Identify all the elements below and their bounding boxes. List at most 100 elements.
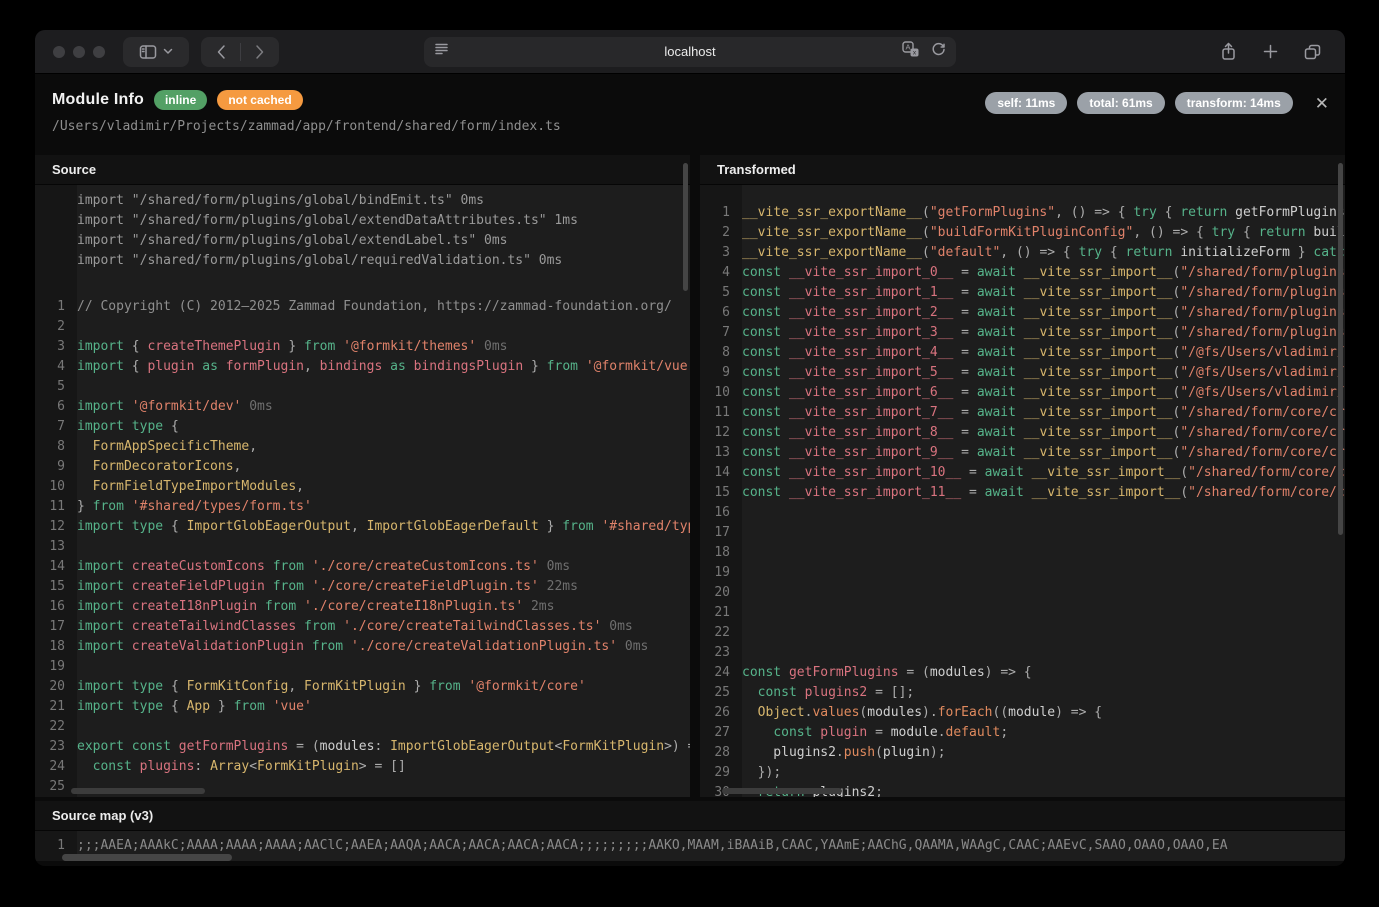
back-button[interactable] <box>216 44 226 60</box>
transform-time-badge: transform: 14ms <box>1175 92 1293 114</box>
url-text: localhost <box>424 44 956 59</box>
code-line: 16import createI18nPlugin from './core/c… <box>35 597 690 617</box>
forward-icon <box>255 44 265 60</box>
code-line: 9 FormDecoratorIcons, <box>35 457 690 477</box>
page-horizontal-scrollbar[interactable] <box>62 854 232 861</box>
code-line: 10 FormFieldTypeImportModules, <box>35 477 690 497</box>
code-line: 19 <box>35 657 690 677</box>
new-tab-button[interactable] <box>1263 44 1278 59</box>
source-horizontal-scrollbar[interactable] <box>71 788 205 794</box>
code-line: 13const __vite_ssr_import_9__ = await __… <box>700 443 1345 463</box>
close-window-button[interactable] <box>53 46 65 58</box>
new-tab-icon <box>1263 44 1278 59</box>
svg-text:A: A <box>905 43 910 52</box>
code-line: 25 const plugins2 = []; <box>700 683 1345 703</box>
code-line: 3import { createThemePlugin } from '@for… <box>35 337 690 357</box>
code-line: 27 const plugin = module.default; <box>700 723 1345 743</box>
code-line: 20 <box>700 583 1345 603</box>
code-line: 24 const plugins: Array<FormKitPlugin> =… <box>35 757 690 777</box>
not-cached-badge: not cached <box>217 90 302 110</box>
code-line: 16 <box>700 503 1345 523</box>
code-line: 26 Object.values(modules).forEach((modul… <box>700 703 1345 723</box>
translate-icon[interactable]: A x <box>902 41 919 62</box>
transformed-panel: Transformed 1__vite_ssr_exportName__("ge… <box>700 155 1345 797</box>
module-info-header: Module Info inline not cached /Users/vla… <box>35 74 1345 155</box>
close-button[interactable]: ✕ <box>1315 95 1329 112</box>
code-line: 22 <box>35 717 690 737</box>
sidebar-button[interactable] <box>123 37 189 67</box>
code-line: 9const __vite_ssr_import_5__ = await __v… <box>700 363 1345 383</box>
back-icon <box>216 44 226 60</box>
code-line: 6const __vite_ssr_import_2__ = await __v… <box>700 303 1345 323</box>
page-title: Module Info <box>52 91 144 109</box>
source-vertical-scrollbar[interactable] <box>683 163 688 291</box>
reload-icon <box>931 42 946 57</box>
code-line: 8 FormAppSpecificTheme, <box>35 437 690 457</box>
nav-divider <box>240 43 241 61</box>
code-line: 20import type { FormKitConfig, FormKitPl… <box>35 677 690 697</box>
code-line: 4const __vite_ssr_import_0__ = await __v… <box>700 263 1345 283</box>
share-icon <box>1220 42 1237 61</box>
toolbar-right-actions <box>1220 42 1327 61</box>
code-line: 2 <box>35 317 690 337</box>
transformed-horizontal-scrollbar[interactable] <box>722 788 842 794</box>
zoom-window-button[interactable] <box>93 46 105 58</box>
window-controls <box>53 46 105 58</box>
transformed-panel-title: Transformed <box>700 155 1345 185</box>
code-line: 21import type { App } from 'vue' <box>35 697 690 717</box>
code-line: 18 <box>700 543 1345 563</box>
code-line: import "/shared/form/plugins/global/bind… <box>35 191 690 211</box>
sourcemap-section: Source map (v3) 1 ;;;AAEA;AAAkC;AAAA;AAA… <box>35 801 1345 861</box>
code-line: 5const __vite_ssr_import_1__ = await __v… <box>700 283 1345 303</box>
code-line: 12const __vite_ssr_import_8__ = await __… <box>700 423 1345 443</box>
code-line: 7const __vite_ssr_import_3__ = await __v… <box>700 323 1345 343</box>
code-line: 23export const getFormPlugins = (modules… <box>35 737 690 757</box>
minimize-window-button[interactable] <box>73 46 85 58</box>
code-line: 23 <box>700 643 1345 663</box>
forward-button[interactable] <box>255 44 265 60</box>
browser-toolbar: localhost A x <box>35 30 1345 74</box>
transformed-vertical-scrollbar[interactable] <box>1338 163 1343 535</box>
code-line: 15const __vite_ssr_import_11__ = await _… <box>700 483 1345 503</box>
sourcemap-title: Source map (v3) <box>35 801 1345 831</box>
source-code[interactable]: import "/shared/form/plugins/global/bind… <box>35 185 690 797</box>
sourcemap-mappings: ;;;AAEA;AAAkC;AAAA;AAAA;AAAA;AAClC;AAEA;… <box>77 836 1228 856</box>
code-line: 12import type { ImportGlobEagerOutput, I… <box>35 517 690 537</box>
code-line: 17 <box>700 523 1345 543</box>
inspect-page: Module Info inline not cached /Users/vla… <box>35 74 1345 865</box>
address-bar[interactable]: localhost A x <box>424 37 956 67</box>
code-panels: Source import "/shared/form/plugins/glob… <box>35 155 1345 797</box>
code-line: 11const __vite_ssr_import_7__ = await __… <box>700 403 1345 423</box>
code-line: 3__vite_ssr_exportName__("default", () =… <box>700 243 1345 263</box>
code-line: 8const __vite_ssr_import_4__ = await __v… <box>700 343 1345 363</box>
code-line: 2__vite_ssr_exportName__("buildFormKitPl… <box>700 223 1345 243</box>
code-line: 4import { plugin as formPlugin, bindings… <box>35 357 690 377</box>
share-button[interactable] <box>1220 42 1237 61</box>
code-line: 19 <box>700 563 1345 583</box>
code-line: 1// Copyright (C) 2012–2025 Zammad Found… <box>35 297 690 317</box>
code-line: import "/shared/form/plugins/global/requ… <box>35 251 690 271</box>
sidebar-icon <box>139 44 157 60</box>
inline-badge: inline <box>154 90 207 110</box>
code-line: 28 plugins2.push(plugin); <box>700 743 1345 763</box>
code-line: 25 <box>35 777 690 797</box>
code-line: 7import type { <box>35 417 690 437</box>
code-line: 21 <box>700 603 1345 623</box>
source-panel: Source import "/shared/form/plugins/glob… <box>35 155 690 797</box>
history-nav-group <box>201 37 279 67</box>
code-line: 24const getFormPlugins = (modules) => { <box>700 663 1345 683</box>
browser-window: localhost A x <box>35 30 1345 866</box>
code-line: 22 <box>700 623 1345 643</box>
tab-overview-button[interactable] <box>1304 44 1321 60</box>
reload-button[interactable] <box>931 42 946 62</box>
code-line: import "/shared/form/plugins/global/exte… <box>35 211 690 231</box>
transformed-code[interactable]: 1__vite_ssr_exportName__("getFormPlugins… <box>700 185 1345 797</box>
code-line: import "/shared/form/plugins/global/exte… <box>35 231 690 251</box>
code-line: 14import createCustomIcons from './core/… <box>35 557 690 577</box>
total-time-badge: total: 61ms <box>1077 92 1164 114</box>
tab-overview-icon <box>1304 44 1321 60</box>
module-file-path: /Users/vladimir/Projects/zammad/app/fron… <box>52 119 561 134</box>
reader-icon[interactable] <box>434 42 449 61</box>
code-line: 10const __vite_ssr_import_6__ = await __… <box>700 383 1345 403</box>
code-line: 11} from '#shared/types/form.ts' <box>35 497 690 517</box>
